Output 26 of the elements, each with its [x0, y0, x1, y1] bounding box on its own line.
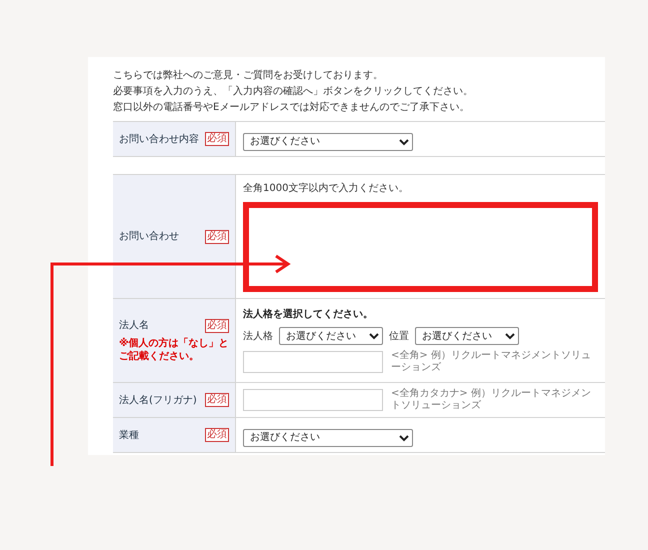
instruction-text: 法人格を選択してください。: [243, 308, 374, 322]
required-badge: 必須: [205, 132, 229, 146]
required-badge: 必須: [205, 393, 229, 407]
field-label: 法人格: [243, 330, 273, 344]
dropdown[interactable]: お選びください: [415, 327, 519, 345]
field-label: 法人名: [119, 318, 149, 333]
field-label: 業種: [119, 428, 139, 442]
dropdown[interactable]: お選びください: [243, 132, 413, 150]
intro-text: 必要事項を入力のうえ、「入力内容の確認へ」ボタンをクリックしてください。: [113, 85, 474, 98]
field-label: お問い合わせ内容: [119, 132, 199, 146]
note-text: ※個人の方は「なし」とご記載ください。: [119, 337, 229, 363]
example-text: <全角カタカナ> 例）リクルートマネジメントソリューションズ: [391, 388, 592, 412]
hint-text: 全角1000文字以内で入力ください。: [243, 182, 410, 196]
field-label: お問い合わせ: [119, 230, 179, 244]
required-badge: 必須: [205, 318, 229, 332]
required-badge: 必須: [205, 428, 229, 442]
dropdown[interactable]: お選びください: [243, 428, 413, 446]
intro-text: 窓口以外の電話番号やEメールアドレスでは対応できませんのでご了承下さい。: [113, 101, 470, 114]
dropdown[interactable]: お選びください: [279, 327, 383, 345]
field-label: 位置: [389, 330, 409, 344]
input-field[interactable]: [243, 389, 383, 411]
intro-text: こちらでは弊社へのご意見・ご質問をお受けしております。: [113, 69, 384, 82]
field-label: 法人名(フリガナ): [119, 394, 197, 408]
required-badge: 必須: [205, 230, 229, 244]
example-text: <全角> 例）リクルートマネジメントソリューションズ: [391, 350, 592, 374]
input-field[interactable]: [243, 351, 383, 373]
